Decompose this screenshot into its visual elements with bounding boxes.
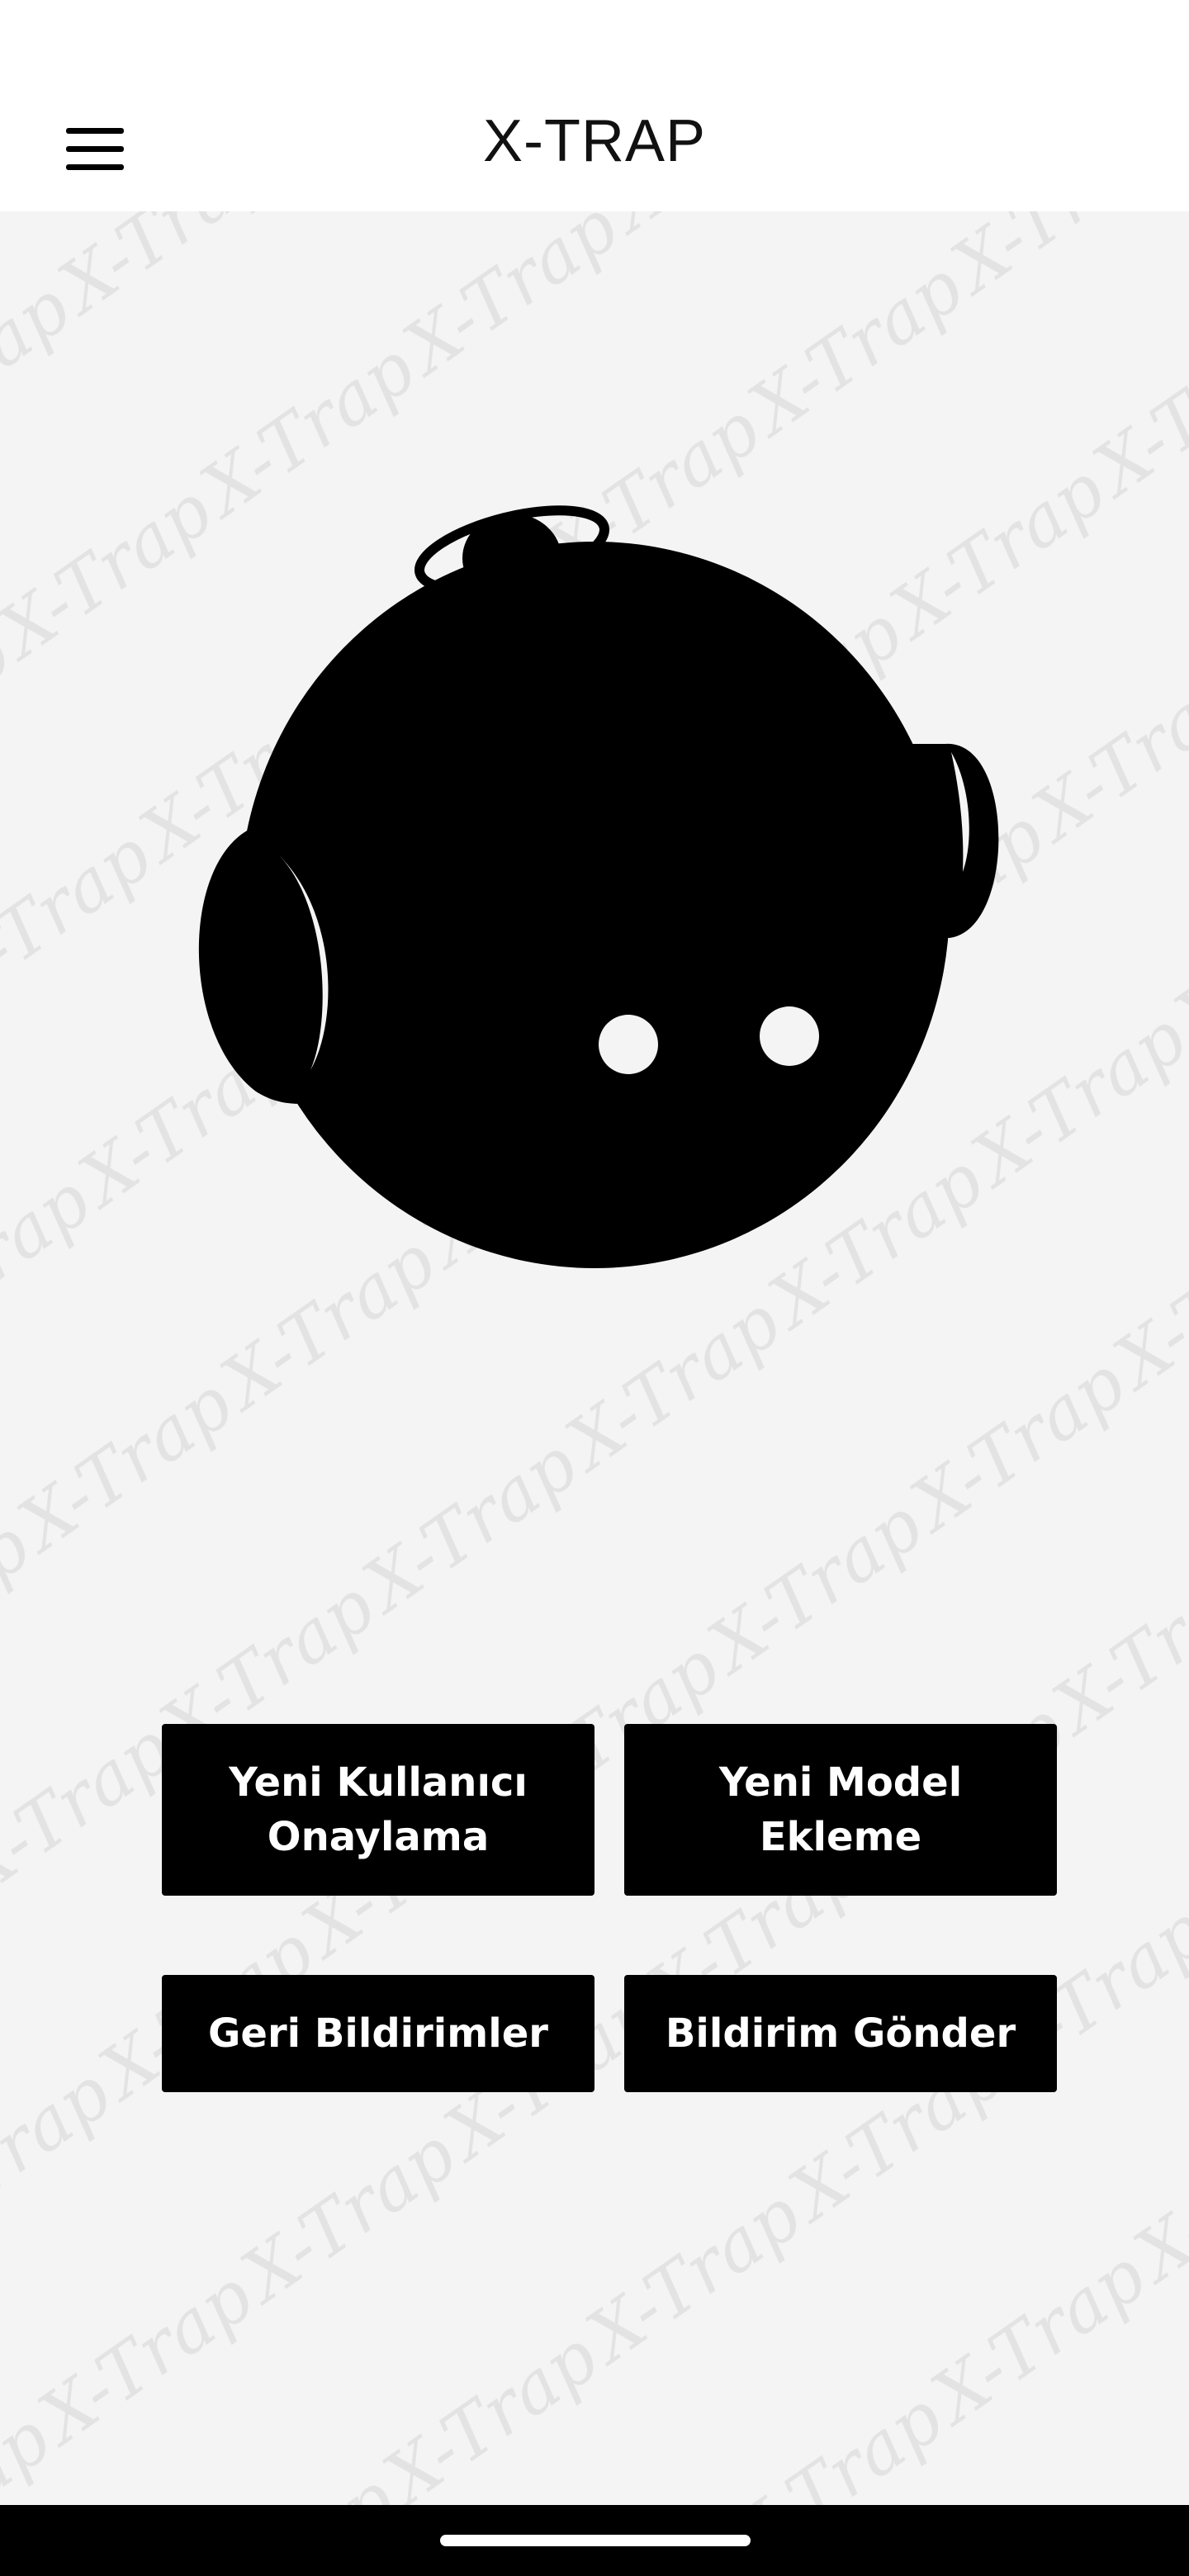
send-notification-label: Bildirim Gönder	[665, 2010, 1016, 2057]
app-bar: X-TRAP	[0, 83, 1189, 211]
feedbacks-label: Geri Bildirimler	[208, 2010, 548, 2057]
add-new-model-button[interactable]: Yeni Model Ekleme	[624, 1724, 1057, 1896]
app-title: X-TRAP	[482, 108, 707, 174]
status-bar	[0, 0, 1189, 83]
approve-new-user-label: Yeni Kullanıcı Onaylama	[229, 1759, 528, 1860]
robot-mascot-icon	[198, 505, 999, 1268]
main-content: X-Trap Yeni Kullanıcı Onaylama Yeni Mode…	[0, 211, 1189, 2505]
home-indicator[interactable]	[440, 2535, 751, 2546]
send-notification-button[interactable]: Bildirim Gönder	[624, 1975, 1057, 2092]
feedbacks-button[interactable]: Geri Bildirimler	[162, 1975, 594, 2092]
system-navigation-bar	[0, 2505, 1189, 2576]
approve-new-user-button[interactable]: Yeni Kullanıcı Onaylama	[162, 1724, 594, 1896]
add-new-model-label: Yeni Model Ekleme	[718, 1759, 963, 1860]
